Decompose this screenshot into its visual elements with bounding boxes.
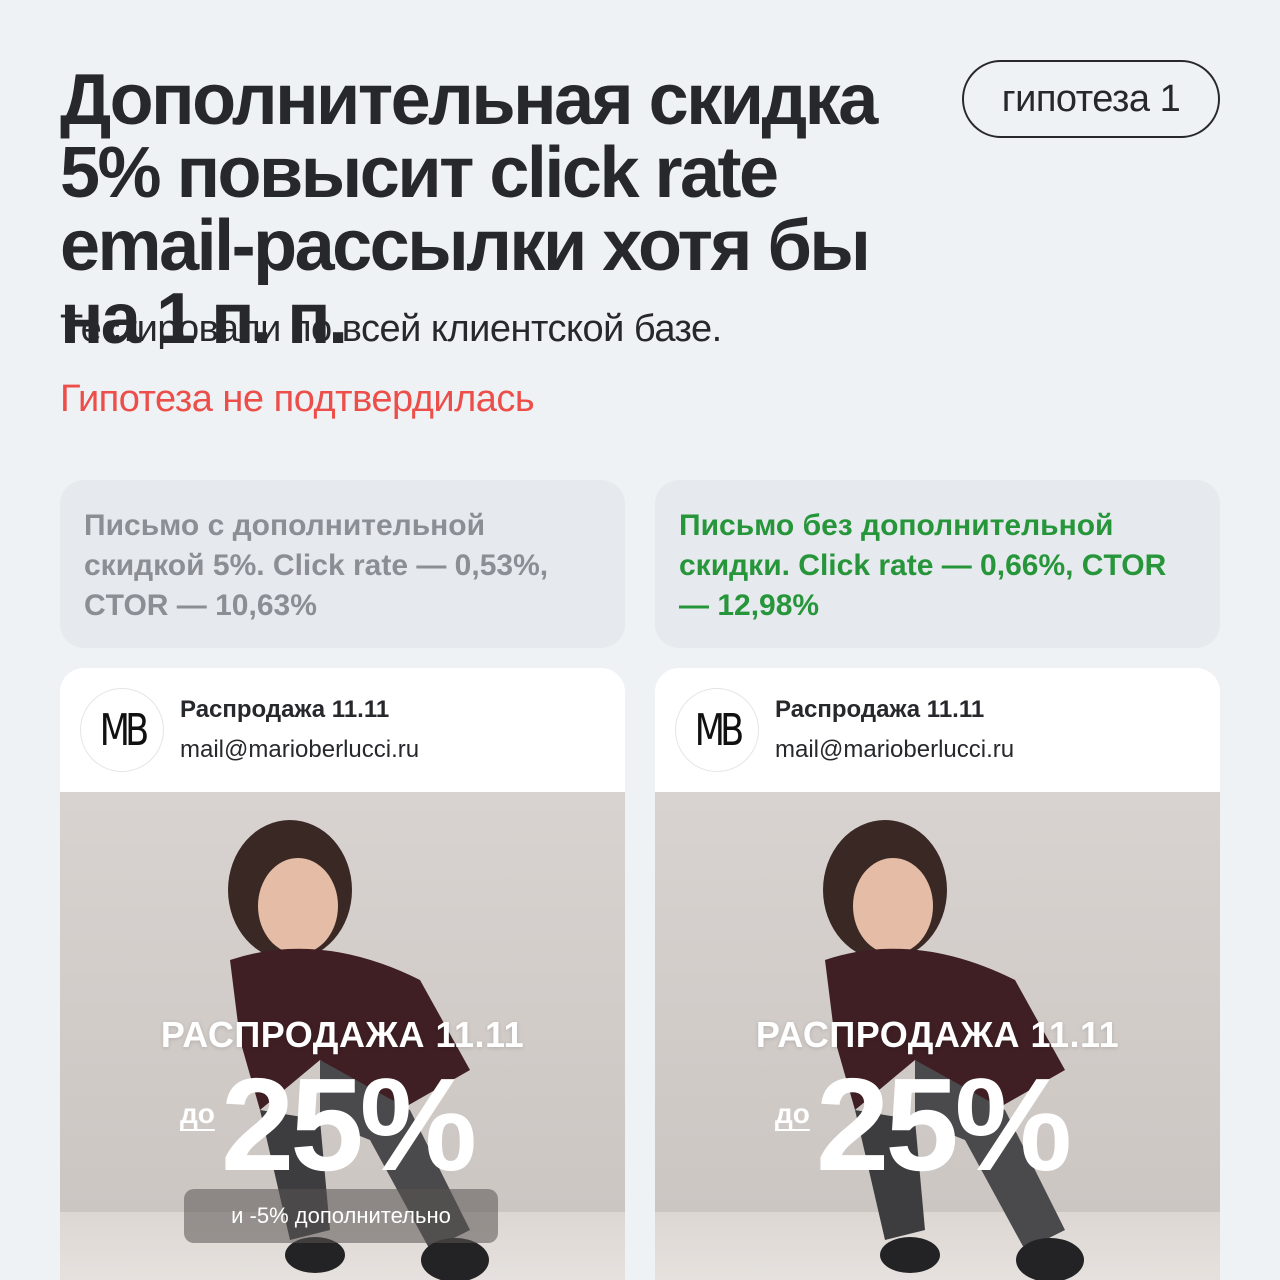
email-preview-variant-b: MB Распродажа 11.11 mail@marioberlucci.r… — [655, 668, 1220, 1280]
email-sender: mail@marioberlucci.ru — [180, 736, 420, 763]
banner-title: РАСПРОДАЖА 11.11 — [160, 1014, 525, 1055]
email-preview-variant-a: MB Распродажа 11.11 mail@marioberlucci.r… — [60, 668, 625, 1280]
extra-discount-pill: и -5% дополнительно — [184, 1189, 498, 1243]
banner-title: РАСПРОДАЖА 11.11 — [755, 1014, 1120, 1055]
variant-a-note: Письмо с дополнительной скидкой 5%. Clic… — [60, 480, 625, 648]
discount-value: 25% — [815, 1051, 1072, 1198]
email-banner: РАСПРОДАЖА 11.11 до 25% — [655, 792, 1220, 1280]
discount-prefix: до — [180, 1098, 215, 1129]
discount-value: 25% — [220, 1051, 477, 1198]
variant-b-note: Письмо без дополнительной скидки. Click … — [655, 480, 1220, 648]
brand-logo-icon: MB — [80, 688, 164, 772]
discount-prefix: до — [775, 1098, 810, 1129]
test-scope-text: Тестировали по всей клиентской базе. — [60, 308, 722, 350]
email-header: MB Распродажа 11.11 mail@marioberlucci.r… — [60, 668, 625, 792]
email-banner: РАСПРОДАЖА 11.11 до 25% и -5% дополнител… — [60, 792, 625, 1280]
brand-logo-icon: MB — [675, 688, 759, 772]
banner-discount: до 25% — [180, 1051, 477, 1198]
email-subject: Распродажа 11.11 — [775, 696, 985, 723]
result-text: Гипотеза не подтвердилась — [60, 378, 535, 420]
email-subject: Распродажа 11.11 — [180, 696, 390, 723]
email-sender: mail@marioberlucci.ru — [775, 736, 1015, 763]
email-header: MB Распродажа 11.11 mail@marioberlucci.r… — [655, 668, 1220, 792]
hypothesis-badge: гипотеза 1 — [962, 60, 1220, 138]
banner-discount: до 25% — [775, 1051, 1072, 1198]
